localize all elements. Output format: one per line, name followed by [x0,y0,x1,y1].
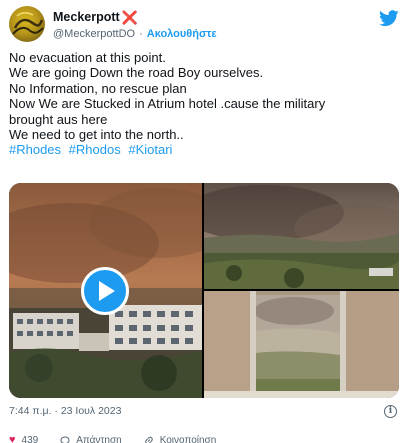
copy-link-button[interactable]: Κοινοποίηση [144,434,217,443]
tweet-card: Meckerpott ❌ @MeckerpottDO · Ακολουθήστε… [0,0,409,443]
handle-row: @MeckerpottDO · Ακολουθήστε [53,27,217,41]
display-name[interactable]: Meckerpott [53,10,120,24]
avatar[interactable] [9,6,45,42]
cross-mark-icon: ❌ [121,9,138,25]
tweet-line: We need to get into the north.. [9,127,184,143]
avatar-pattern [12,12,44,35]
tweet-line: No Information, no rescue plan [9,80,187,96]
follow-button[interactable]: Ακολουθήστε [147,28,217,40]
tweet-timestamp[interactable]: 7:44 π.μ. · 23 Ιουλ 2023 [9,405,121,417]
tweet-line: We are going Down the road Boy ourselves… [9,65,264,81]
tweet-line: Now We are Stucked in Atrium hotel .caus… [9,96,326,112]
reply-icon [60,435,70,443]
play-icon [99,281,115,301]
hashtag-link[interactable]: #Kiotari [128,142,172,157]
tweet-line: No evacuation at this point. [9,50,166,65]
smoke-hillside-image [204,183,399,289]
name-row: Meckerpott ❌ [53,10,138,24]
info-icon[interactable]: i [384,405,397,418]
tweet-line: brought aus here [9,111,108,127]
separator-dot: · [139,28,143,40]
hashtag-link[interactable]: #Rhodos [69,142,121,157]
reply-button[interactable]: Απάντηση [60,434,122,443]
hashtag-row: #Rhodes #Rhodos #Kiotari [9,142,401,157]
media-grid [9,183,399,398]
link-icon [144,436,153,443]
like-count: 439 [21,434,39,443]
like-button[interactable]: ♥ 439 [9,434,38,443]
hashtag-link[interactable]: #Rhodes [9,142,61,157]
photo-thumbnail[interactable] [204,183,399,289]
heart-icon: ♥ [9,434,16,443]
tweet-header: Meckerpott ❌ @MeckerpottDO · Ακολουθήστε [9,6,401,44]
window-view-image [204,291,399,398]
user-handle[interactable]: @MeckerpottDO [53,28,135,40]
reply-label: Απάντηση [76,434,122,443]
play-button[interactable] [81,267,129,315]
video-thumbnail[interactable] [9,183,202,398]
photo-thumbnail[interactable] [204,291,399,398]
twitter-bird-icon[interactable] [379,8,399,28]
action-bar: ♥ 439 Απάντηση Κοινοποίηση [9,434,401,443]
copy-label: Κοινοποίηση [159,434,217,443]
tweet-text: No evacuation at this point. We are goin… [9,50,401,158]
